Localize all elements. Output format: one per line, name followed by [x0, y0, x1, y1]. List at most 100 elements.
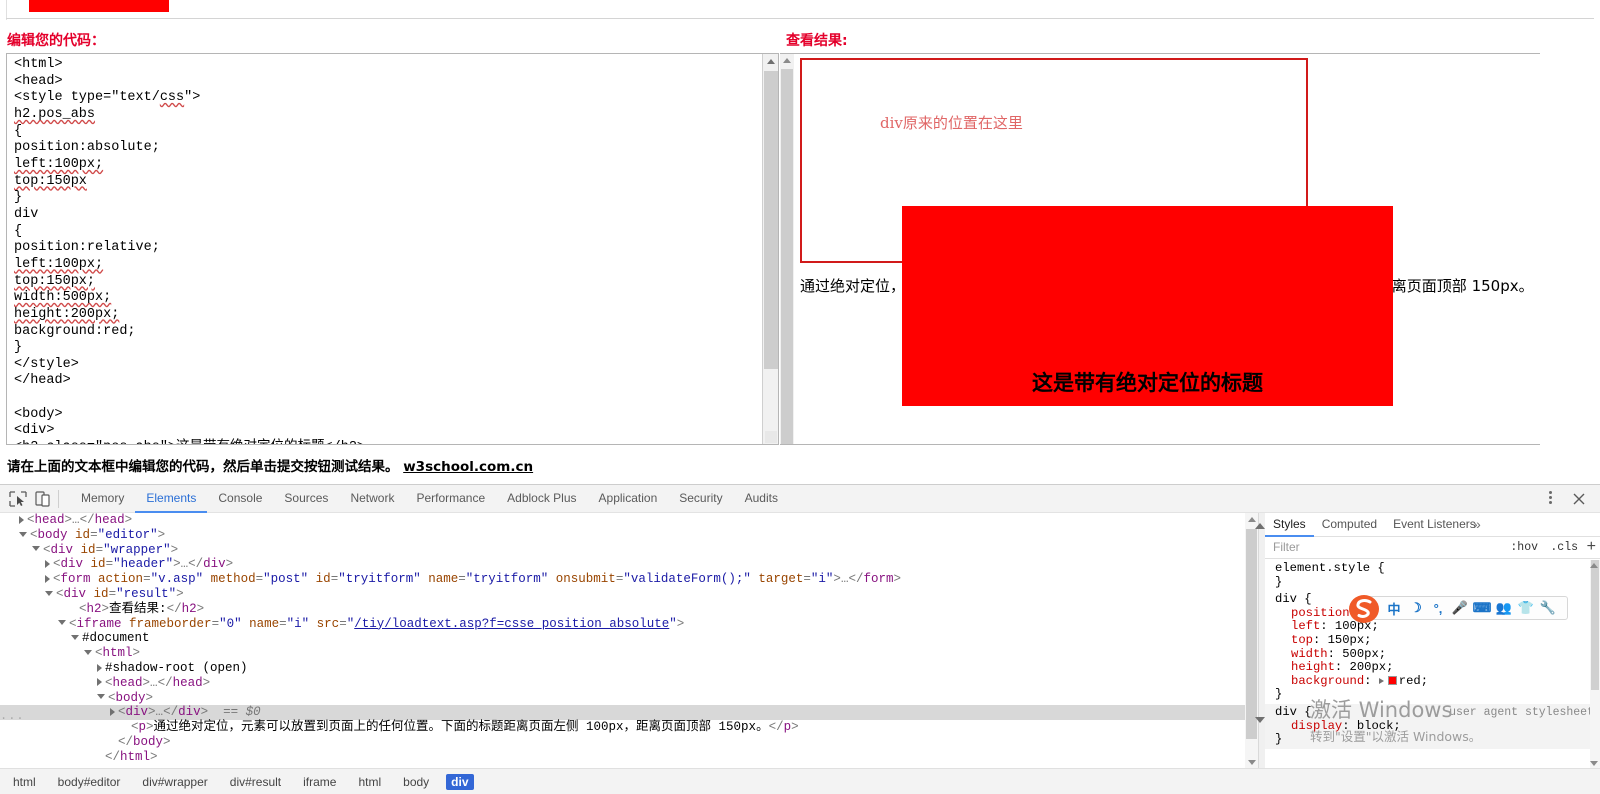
twisty-open-icon[interactable] — [19, 531, 27, 537]
dom-node[interactable]: <body id="editor"> — [0, 528, 1258, 543]
twisty-open-icon[interactable] — [32, 546, 40, 552]
breadcrumb-item-body[interactable]: body — [398, 774, 434, 790]
dom-node[interactable]: <head>…</head> — [0, 513, 1258, 528]
styles-scroll-down-arrow-icon[interactable] — [1590, 761, 1598, 766]
devtools-tab-adblock-plus[interactable]: Adblock Plus — [496, 485, 587, 513]
splitter-down-arrow-icon[interactable] — [1255, 717, 1265, 723]
user-dictionary-icon[interactable]: 👥 — [1493, 597, 1515, 619]
styles-rule-list[interactable]: element.style {}div {position: relative;… — [1265, 560, 1600, 769]
close-icon[interactable] — [1570, 490, 1588, 508]
dom-scrollbar[interactable] — [1245, 513, 1258, 769]
sogou-logo-icon[interactable] — [1347, 593, 1381, 625]
dom-node[interactable]: <form action="v.asp" method="post" id="t… — [0, 572, 1258, 587]
styles-tab-event-listeners[interactable]: Event Listeners — [1385, 513, 1484, 537]
twisty-open-icon[interactable] — [84, 649, 92, 655]
moon-icon[interactable]: ☽ — [1405, 597, 1427, 619]
css-value[interactable]: : block; — [1342, 719, 1401, 733]
breadcrumb-item-div[interactable]: div — [446, 774, 474, 790]
css-rule[interactable]: div {user agent stylesheet display: block… — [1265, 703, 1600, 749]
breadcrumb-item-div-wrapper[interactable]: div#wrapper — [137, 774, 212, 790]
css-property[interactable]: background — [1275, 674, 1364, 689]
scroll-down-arrow-icon[interactable] — [1248, 760, 1256, 765]
w3school-link[interactable]: w3school.com.cn — [403, 459, 533, 475]
scroll-up-arrow-icon[interactable] — [1248, 517, 1256, 522]
breadcrumb-item-html[interactable]: html — [8, 774, 41, 790]
css-rule[interactable]: element.style {} — [1265, 560, 1600, 591]
devtools-tab-sources[interactable]: Sources — [273, 485, 339, 513]
css-property[interactable]: height — [1275, 661, 1335, 675]
css-property[interactable]: width — [1275, 647, 1328, 662]
twisty-closed-icon[interactable] — [45, 574, 50, 583]
chinese-mode-icon[interactable]: 中 — [1383, 597, 1405, 619]
devtools-tab-application[interactable]: Application — [588, 485, 669, 513]
code-editor[interactable]: <html> <head> <style type="text/css"> h2… — [6, 53, 779, 445]
hov-button[interactable]: :hov — [1510, 541, 1538, 554]
devtools-tab-memory[interactable]: Memory — [70, 485, 135, 513]
twisty-closed-icon[interactable] — [97, 663, 102, 672]
css-value[interactable]: : 150px; — [1313, 633, 1372, 647]
color-expander-icon[interactable] — [1378, 677, 1384, 684]
dom-node[interactable]: <head>…</head> — [0, 676, 1258, 691]
devtools-tab-performance[interactable]: Performance — [405, 485, 496, 513]
dom-node[interactable]: <div id="header">…</div> — [0, 557, 1258, 572]
twisty-open-icon[interactable] — [97, 694, 105, 700]
dom-node[interactable]: <div id="wrapper"> — [0, 543, 1258, 558]
dom-node[interactable]: <iframe frameborder="0" name="i" src="/t… — [0, 617, 1258, 632]
css-property[interactable]: display — [1275, 719, 1342, 734]
css-value[interactable]: : 500px; — [1328, 647, 1387, 661]
color-swatch[interactable] — [1387, 675, 1397, 685]
scrollbar-thumb[interactable] — [1246, 529, 1257, 739]
devtools-tab-security[interactable]: Security — [668, 485, 733, 513]
scrollbar-thumb[interactable] — [1591, 560, 1599, 690]
scroll-up-arrow-icon[interactable] — [763, 54, 778, 70]
devtools-tab-console[interactable]: Console — [207, 485, 273, 513]
skin-icon[interactable]: 👕 — [1515, 597, 1537, 619]
css-property[interactable]: left — [1275, 620, 1320, 634]
dom-node[interactable]: <html> — [0, 646, 1258, 661]
device-toolbar-icon[interactable] — [33, 490, 53, 508]
dom-node[interactable]: #shadow-root (open) — [0, 661, 1258, 676]
dom-node[interactable]: <p>通过绝对定位，元素可以放置到页面上的任何位置。下面的标题距离页面左侧 10… — [0, 720, 1258, 735]
styles-more-tabs-icon[interactable]: » — [1473, 516, 1481, 532]
toolbox-icon[interactable]: 🔧 — [1537, 597, 1559, 619]
dom-node[interactable]: </html> — [0, 750, 1258, 765]
devtools-tab-network[interactable]: Network — [339, 485, 405, 513]
css-selector[interactable]: div { — [1275, 705, 1312, 719]
twisty-closed-icon[interactable] — [19, 515, 24, 524]
devtools-tab-elements[interactable]: Elements — [135, 485, 207, 513]
styles-tab-styles[interactable]: Styles — [1265, 513, 1314, 537]
breadcrumb-item-html[interactable]: html — [353, 774, 386, 790]
scroll-up-arrow-icon[interactable] — [783, 58, 791, 63]
breadcrumb-item-div-result[interactable]: div#result — [225, 774, 286, 790]
css-property[interactable]: top — [1275, 633, 1313, 648]
twisty-open-icon[interactable] — [58, 620, 66, 626]
twisty-open-icon[interactable] — [71, 635, 79, 641]
splitter-up-arrow-icon[interactable] — [1255, 523, 1265, 529]
soft-keyboard-icon[interactable]: ⌨ — [1471, 597, 1493, 619]
twisty-closed-icon[interactable] — [45, 560, 50, 569]
css-selector[interactable]: element.style { — [1275, 561, 1385, 575]
sogou-ime-toolbar[interactable]: 中 ☽ °, 🎤 ⌨ 👥 👕 🔧 — [1349, 595, 1568, 623]
more-options-icon[interactable] — [1542, 489, 1558, 509]
dom-node[interactable]: <body> — [0, 691, 1258, 706]
cls-button[interactable]: .cls — [1550, 541, 1578, 554]
styles-filter-input[interactable]: Filter — [1273, 540, 1300, 554]
css-property[interactable]: position — [1275, 606, 1350, 621]
punctuation-icon[interactable]: °, — [1427, 597, 1449, 619]
dom-tree-pane[interactable]: <head>…</head> <body id="editor"> <div id=… — [0, 513, 1258, 769]
inspect-element-icon[interactable] — [8, 490, 28, 508]
dom-node[interactable]: <div>…</div> == $0 — [0, 705, 1258, 721]
devtools-tab-audits[interactable]: Audits — [734, 485, 789, 513]
breadcrumb-item-iframe[interactable]: iframe — [298, 774, 341, 790]
voice-input-icon[interactable]: 🎤 — [1449, 597, 1471, 619]
dom-node[interactable]: #document — [0, 631, 1258, 646]
pane-splitter[interactable] — [1255, 513, 1265, 769]
code-editor-text[interactable]: <html> <head> <style type="text/css"> h2… — [14, 57, 764, 444]
css-value[interactable]: : red; — [1364, 674, 1428, 688]
css-value[interactable]: : 200px; — [1335, 660, 1394, 674]
styles-tab-computed[interactable]: Computed — [1314, 513, 1385, 537]
styles-scroll-up-arrow-icon[interactable] — [1590, 563, 1598, 568]
dom-node[interactable]: <h2>查看结果:</h2> — [0, 602, 1258, 617]
twisty-closed-icon[interactable] — [110, 708, 115, 717]
new-style-rule-button[interactable]: + — [1587, 538, 1596, 556]
